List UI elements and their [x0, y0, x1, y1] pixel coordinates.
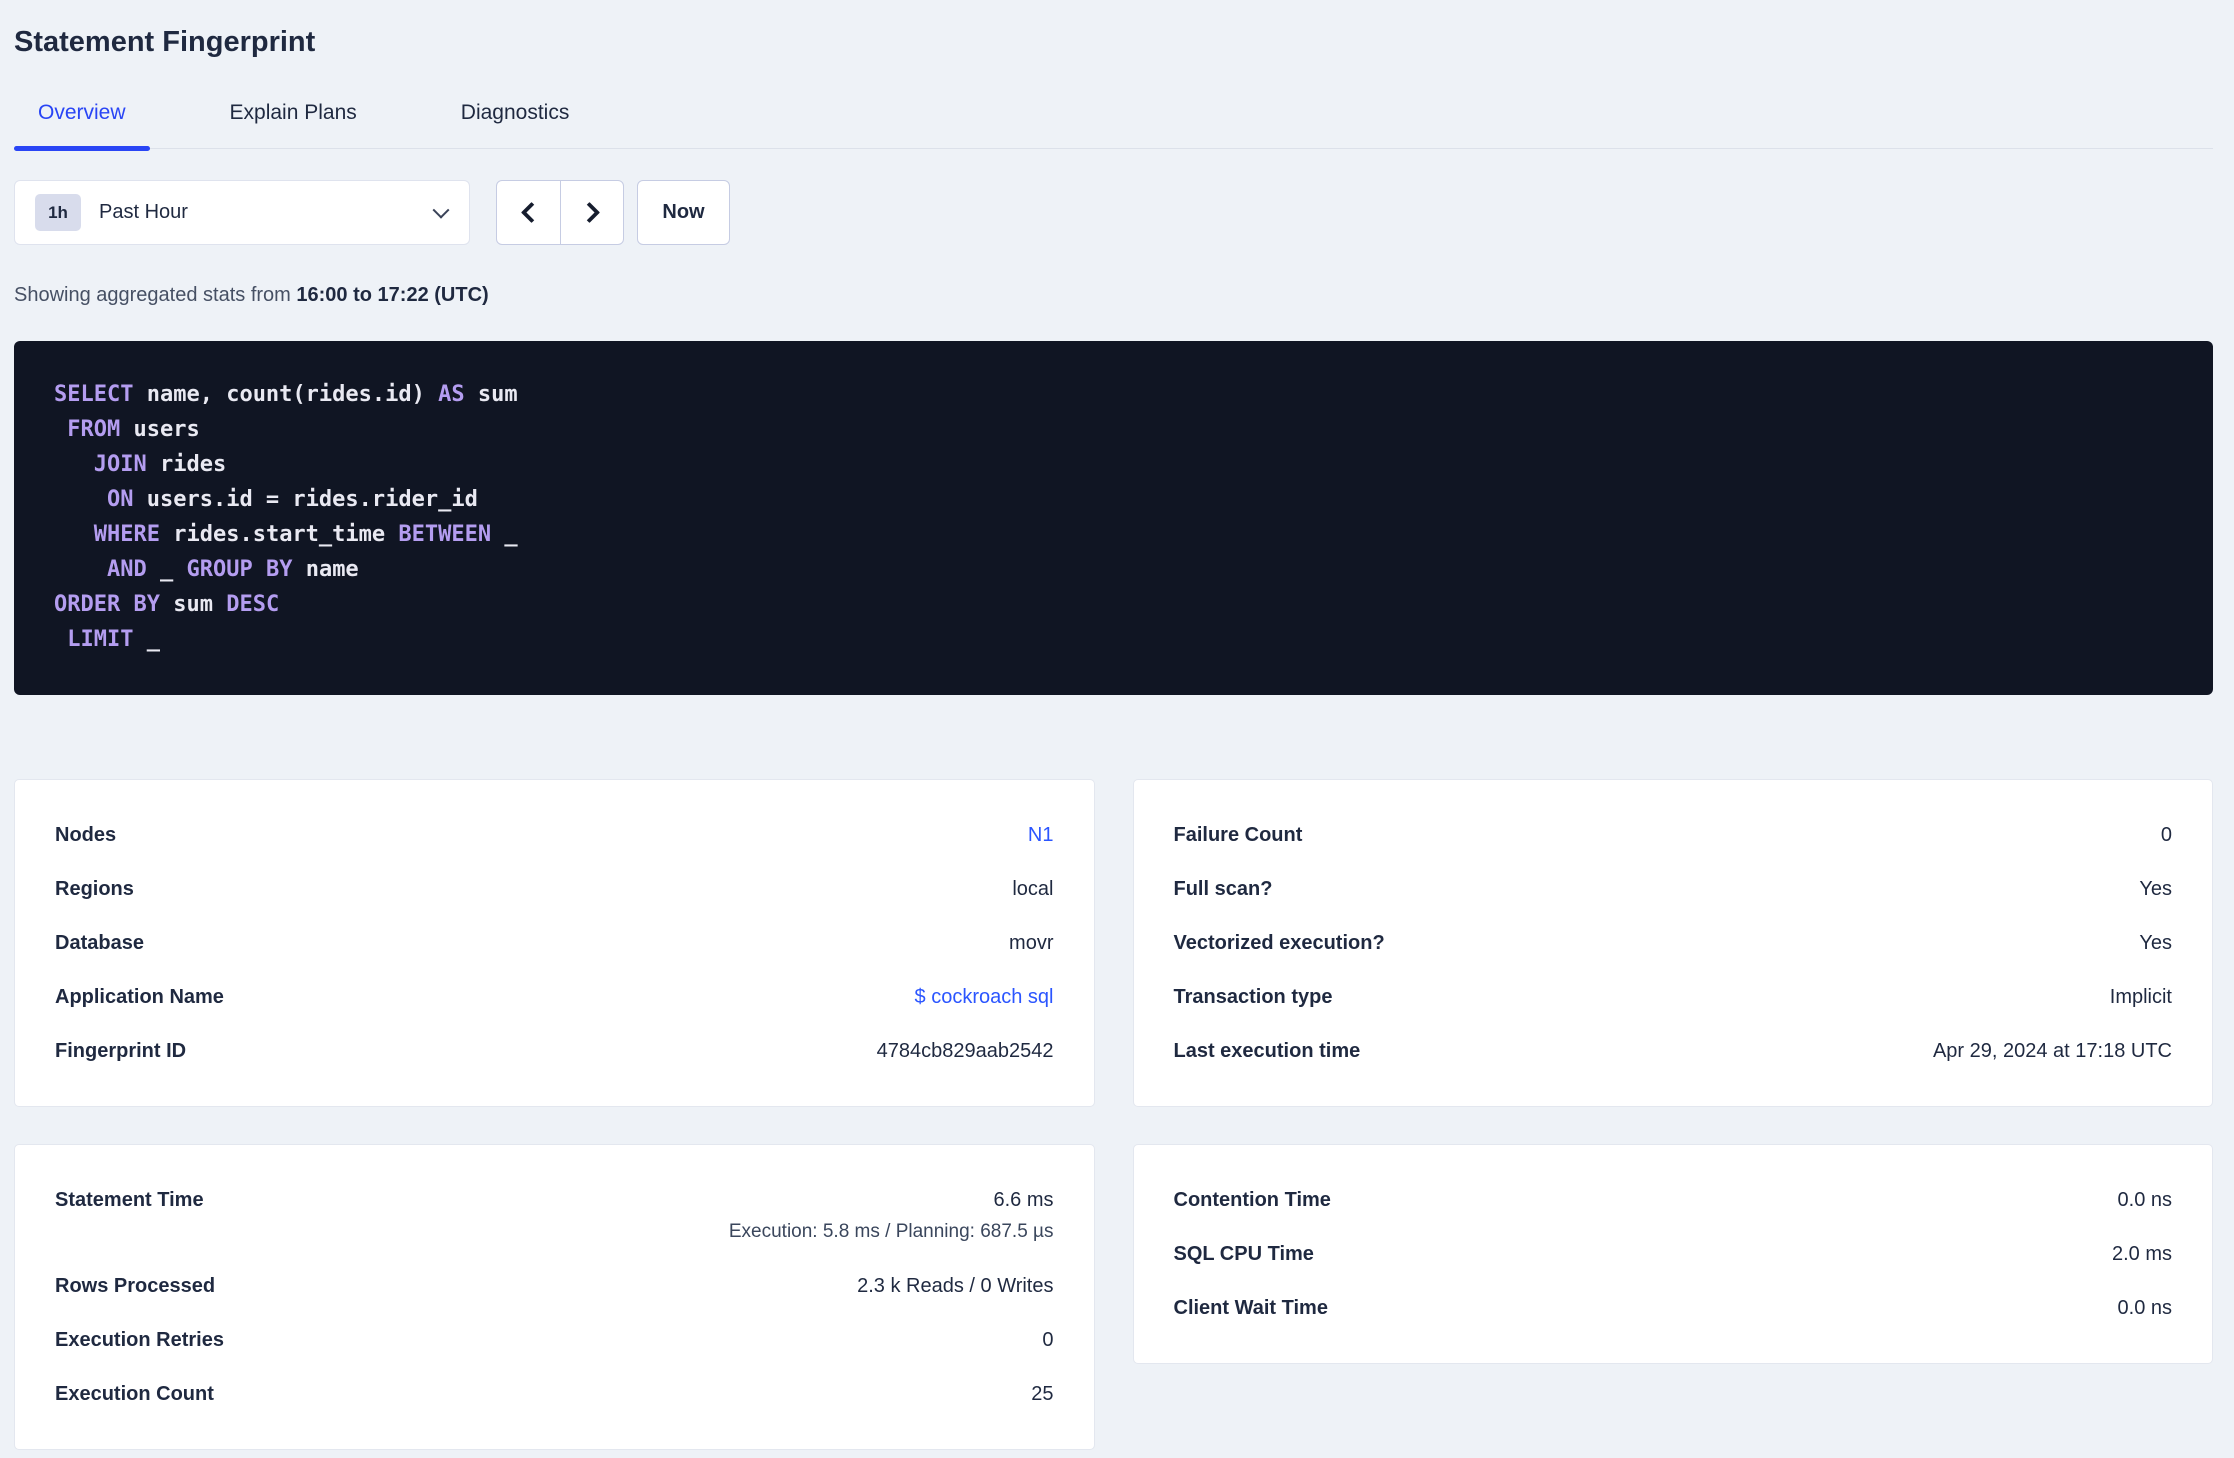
row-label: Execution Count [55, 1383, 214, 1405]
row-label: Rows Processed [55, 1275, 216, 1297]
aggregated-stats-line: Showing aggregated stats from 16:00 to 1… [14, 283, 2213, 307]
detail-row-database: Database movr [55, 932, 1054, 954]
interval-badge: 1h [35, 194, 81, 231]
stat-row-execution-count: Execution Count 25 [55, 1383, 1054, 1405]
now-button[interactable]: Now [637, 180, 730, 245]
tab-diagnostics-label: Diagnostics [460, 101, 570, 124]
row-value: 2.3 k Reads / 0 Writes [857, 1275, 1054, 1297]
attr-row-vectorized: Vectorized execution? Yes [1174, 932, 2173, 954]
tab-bar: Overview Explain Plans Diagnostics [14, 100, 2213, 151]
stats-line-range: 16:00 to 17:22 (UTC) [296, 284, 489, 306]
row-label: Client Wait Time [1173, 1297, 1328, 1319]
time-row-sql-cpu: SQL CPU Time 2.0 ms [1174, 1243, 2173, 1265]
chevron-down-icon [432, 201, 450, 219]
row-label: Failure Count [1173, 824, 1303, 846]
prev-interval-button[interactable] [497, 181, 560, 244]
tab-diagnostics[interactable]: Diagnostics [437, 100, 594, 148]
sql-line: ORDER BY sum DESC [54, 592, 280, 617]
detail-row-application-name: Application Name $ cockroach sql [55, 986, 1054, 1008]
detail-row-fingerprint-id: Fingerprint ID 4784cb829aab2542 [55, 1040, 1054, 1062]
chevron-left-icon [520, 201, 543, 224]
stats-line-prefix: Showing aggregated stats from [14, 284, 291, 306]
attr-row-failure-count: Failure Count 0 [1174, 824, 2173, 846]
row-label: SQL CPU Time [1173, 1243, 1314, 1265]
row-value: 6.6 ms [993, 1189, 1054, 1211]
attr-row-transaction-type: Transaction type Implicit [1174, 986, 2173, 1008]
row-value: Yes [2139, 932, 2172, 954]
application-name-link[interactable]: $ cockroach sql [915, 986, 1054, 1008]
stat-row-rows-processed: Rows Processed 2.3 k Reads / 0 Writes [55, 1275, 1054, 1297]
row-value: 2.0 ms [2111, 1243, 2172, 1265]
interval-label: Past Hour [99, 201, 188, 223]
tab-explain-plans-label: Explain Plans [229, 101, 357, 124]
row-label: Statement Time [55, 1189, 204, 1211]
attr-row-last-execution-time: Last execution time Apr 29, 2024 at 17:1… [1174, 1040, 2173, 1062]
statement-fingerprint-page: Statement Fingerprint Overview Explain P… [14, 0, 2213, 1450]
row-value: Apr 29, 2024 at 17:18 UTC [1932, 1040, 2172, 1062]
card-execution-attributes: Failure Count 0 Full scan? Yes Vectorize… [1132, 779, 2213, 1107]
interval-nav-group [496, 180, 624, 245]
sql-line: JOIN rides [93, 452, 227, 477]
row-label: Contention Time [1173, 1189, 1331, 1211]
row-label: Last execution time [1173, 1040, 1361, 1062]
statement-time-values: 6.6 ms Execution: 5.8 ms / Planning: 687… [729, 1189, 1054, 1243]
row-value: Yes [2139, 878, 2172, 900]
row-label: Regions [55, 878, 134, 900]
time-interval-picker[interactable]: 1h Past Hour [14, 180, 470, 245]
stat-row-statement-time: Statement Time 6.6 ms Execution: 5.8 ms … [55, 1189, 1054, 1243]
time-row-contention: Contention Time 0.0 ns [1174, 1189, 2173, 1211]
card-time-stats: Contention Time 0.0 ns SQL CPU Time 2.0 … [1132, 1144, 2213, 1364]
nodes-link[interactable]: N1 [1028, 824, 1054, 846]
attr-row-full-scan: Full scan? Yes [1174, 878, 2173, 900]
row-label: Full scan? [1173, 878, 1273, 900]
row-value: Implicit [2109, 986, 2172, 1008]
sql-line: SELECT name, count(rides.id) AS sum [54, 382, 518, 407]
row-label: Application Name [55, 986, 224, 1008]
statement-time-breakdown: Execution: 5.8 ms / Planning: 687.5 µs [728, 1221, 1054, 1242]
row-value: movr [1009, 932, 1054, 954]
card-statement-stats: Statement Time 6.6 ms Execution: 5.8 ms … [14, 1144, 1095, 1450]
summary-cards: Nodes N1 Regions local Database movr App… [14, 779, 2213, 1450]
sql-line: LIMIT _ [67, 627, 160, 652]
row-label: Database [55, 932, 144, 954]
row-value: 25 [1031, 1383, 1054, 1405]
row-label: Fingerprint ID [55, 1040, 187, 1062]
sql-statement-box: SELECT name, count(rides.id) AS sum FROM… [14, 341, 2213, 695]
time-row-client-wait: Client Wait Time 0.0 ns [1174, 1297, 2173, 1319]
detail-row-nodes: Nodes N1 [55, 824, 1054, 846]
chevron-right-icon [578, 201, 600, 224]
row-value: 0 [1042, 1329, 1054, 1351]
sql-line: FROM users [67, 417, 200, 442]
row-label: Execution Retries [55, 1329, 224, 1351]
row-label: Transaction type [1173, 986, 1333, 1008]
next-interval-button[interactable] [560, 181, 623, 244]
tab-overview[interactable]: Overview [14, 100, 150, 151]
row-value: 0 [2160, 824, 2172, 846]
row-label: Vectorized execution? [1173, 932, 1385, 954]
time-toolbar: 1h Past Hour Now [14, 180, 2213, 245]
sql-line: AND _ GROUP BY name [106, 557, 359, 582]
row-label: Nodes [55, 824, 117, 846]
detail-row-regions: Regions local [55, 878, 1054, 900]
row-value: 4784cb829aab2542 [876, 1040, 1054, 1062]
sql-line: WHERE rides.start_time BETWEEN _ [93, 522, 518, 547]
stat-row-execution-retries: Execution Retries 0 [55, 1329, 1054, 1351]
page-title: Statement Fingerprint [14, 26, 316, 58]
row-value: local [1012, 878, 1054, 900]
row-value: 0.0 ns [2117, 1297, 2172, 1319]
card-statement-details: Nodes N1 Regions local Database movr App… [14, 779, 1095, 1107]
sql-line: ON users.id = rides.rider_id [106, 487, 478, 512]
tab-explain-plans[interactable]: Explain Plans [206, 100, 381, 148]
row-value: 0.0 ns [2117, 1189, 2172, 1211]
tab-overview-label: Overview [38, 101, 126, 124]
